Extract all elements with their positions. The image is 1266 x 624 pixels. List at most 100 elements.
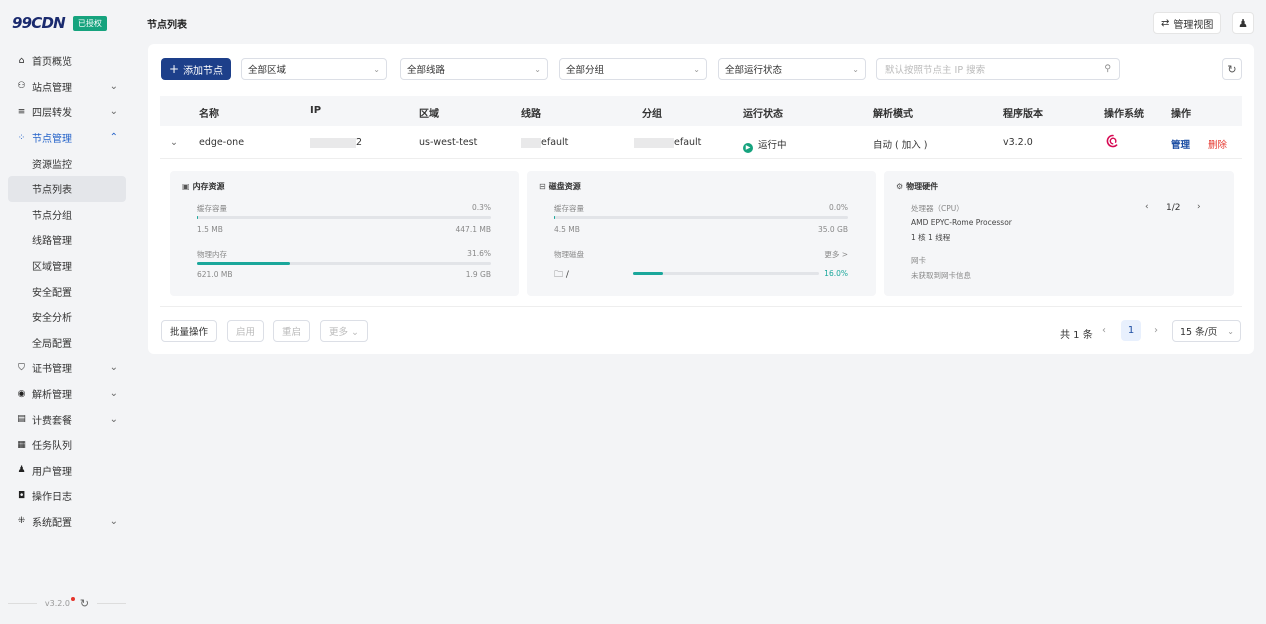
total-count: 共 1 条 (1060, 330, 1093, 341)
masked-value (521, 137, 541, 148)
region-select-value: 全部区域 (248, 65, 287, 76)
add-node-label: 添加节点 (183, 65, 224, 77)
refresh-button[interactable]: ↻ (1222, 58, 1242, 80)
hardware-pager: 1/2 (1166, 203, 1181, 213)
chevron-down-icon: ⌄ (373, 64, 380, 74)
chevron-down-icon: ⌄ (1227, 326, 1234, 336)
node-name: edge-one (199, 137, 245, 148)
more-actions-button[interactable]: 更多 ⌄ (320, 320, 368, 342)
sidebar-item-lines[interactable]: 线路管理 (0, 227, 134, 253)
sidebar-item-label: 安全配置 (32, 287, 72, 299)
node-status-label: 运行中 (758, 140, 787, 151)
add-node-button[interactable]: + 添加节点 (161, 58, 232, 80)
physical-memory-used: 621.0 MB (197, 270, 233, 279)
sidebar-item-l4[interactable]: ≡ 四层转发 ⌄ (0, 99, 134, 125)
disk-cache-percent: 0.0% (828, 203, 848, 212)
sidebar-item-resource-monitor[interactable]: 资源监控 (0, 150, 134, 176)
brand: 99CDN 已授权 (0, 0, 134, 46)
cpu-model: AMD EPYC-Rome Processor (911, 218, 1012, 227)
current-page[interactable]: 1 (1121, 320, 1141, 341)
sidebar-item-label: 系统配置 (32, 517, 72, 529)
cache-total: 447.1 MB (455, 225, 491, 234)
switch-view-button[interactable]: ⇄ 管理视图 (1153, 12, 1222, 34)
sidebar-item-node-list[interactable]: 节点列表 (8, 175, 126, 202)
chevron-down-icon: ⌄ (109, 515, 118, 527)
refresh-icon[interactable]: ↻ (80, 597, 89, 610)
sidebar-item-certificates[interactable]: ⛉ 证书管理 ⌄ (0, 355, 134, 381)
hardware-panel: ⚙ 物理硬件 处理器（CPU） AMD EPYC-Rome Processor 1… (884, 171, 1234, 296)
logo[interactable]: 99CDN (12, 14, 66, 32)
region-select[interactable]: 全部区域 ⌄ (241, 58, 387, 80)
chevron-up-icon: ⌃ (109, 132, 118, 144)
sidebar-item-users[interactable]: ♟ 用户管理 (0, 458, 134, 484)
sidebar-item-label: 节点列表 (32, 185, 72, 197)
prev-icon[interactable]: ‹ (1145, 202, 1149, 212)
column-header: 操作 (1171, 109, 1191, 120)
restart-button[interactable]: 重启 (273, 320, 311, 342)
node-dns-mode: 自动 ( 加入 ) (873, 140, 928, 151)
sidebar: 99CDN 已授权 ⌂ 首页概览 ⚇ 站点管理 ⌄ ≡ 四层转发 ⌄ ⁘ 节点管理 ⌃ 资源监… (0, 0, 134, 624)
node-status: ▶ 运行中 (743, 137, 787, 153)
memory-icon: ▣ (182, 182, 190, 191)
sidebar-nav: ⌂ 首页概览 ⚇ 站点管理 ⌄ ≡ 四层转发 ⌄ ⁘ 节点管理 ⌃ 资源监控 节点列表 节点分… (0, 46, 134, 534)
sidebar-item-label: 操作日志 (32, 492, 72, 504)
sidebar-item-system[interactable]: ⁜ 系统配置 ⌄ (0, 509, 134, 535)
chevron-down-icon: ⌄ (109, 362, 118, 374)
page-size-select[interactable]: 15 条/页 ⌄ (1172, 320, 1241, 342)
search-input[interactable]: 默认按照节点主 IP 搜索 ⚲ (876, 58, 1120, 80)
sidebar-item-tasks[interactable]: ▦ 任务队列 (0, 432, 134, 458)
chevron-down-icon: ⌄ (109, 413, 118, 425)
sidebar-item-label: 任务队列 (32, 441, 72, 453)
node-list-card: + 添加节点 全部区域 ⌄ 全部线路 ⌄ 全部分组 ⌄ 全部运行状态 ⌄ 默认按照节点主 … (148, 44, 1254, 354)
column-header: 名称 (199, 109, 219, 120)
table-row[interactable]: ⌄ edge-one 2 us-west-test efault efault … (160, 126, 1242, 159)
prev-page-icon[interactable]: ‹ (1102, 325, 1106, 336)
node-group: efault (634, 137, 701, 148)
hardware-title-text: 物理硬件 (906, 182, 939, 191)
cpu-cores: 1 核 1 线程 (911, 233, 951, 242)
masked-value (634, 137, 674, 148)
disk-icon: ⊟ (539, 182, 546, 191)
sidebar-item-label: 解析管理 (32, 390, 72, 402)
sidebar-item-label: 资源监控 (32, 159, 72, 171)
line-select[interactable]: 全部线路 ⌄ (400, 58, 548, 80)
sidebar-item-sites[interactable]: ⚇ 站点管理 ⌄ (0, 74, 134, 100)
disk-title-text: 磁盘资源 (548, 182, 581, 191)
folder-icon: 🗀 (554, 270, 564, 280)
table-header: 名称 IP 区域 线路 分组 运行状态 解析模式 程序版本 操作系统 操作 (160, 96, 1242, 126)
physical-memory-label: 物理内存 (197, 250, 227, 259)
node-version: v3.2.0 (1003, 137, 1033, 148)
sidebar-item-global-config[interactable]: 全局配置 (0, 330, 134, 356)
status-select[interactable]: 全部运行状态 ⌄ (718, 58, 866, 80)
manage-link[interactable]: 管理 (1171, 137, 1190, 151)
sidebar-item-security-config[interactable]: 安全配置 (0, 278, 134, 304)
sidebar-item-dashboard[interactable]: ⌂ 首页概览 (0, 48, 134, 74)
group-select[interactable]: 全部分组 ⌄ (559, 58, 707, 80)
sidebar-item-label: 区域管理 (32, 262, 72, 274)
user-menu-button[interactable]: ♟ (1232, 12, 1254, 34)
divider (97, 603, 127, 604)
expand-chevron-icon[interactable]: ⌄ (170, 137, 178, 148)
sidebar-item-regions[interactable]: 区域管理 (0, 253, 134, 279)
next-page-icon[interactable]: › (1154, 325, 1158, 336)
batch-actions-button[interactable]: 批量操作 (161, 320, 218, 342)
next-icon[interactable]: › (1197, 202, 1201, 212)
disk-more-link[interactable]: 更多 > (824, 249, 848, 260)
sitemap-icon: ⚇ (17, 81, 26, 92)
sidebar-item-nodes[interactable]: ⁘ 节点管理 ⌃ (0, 125, 134, 151)
sidebar-item-label: 全局配置 (32, 338, 72, 350)
plus-icon: + (169, 62, 180, 76)
column-header: 解析模式 (873, 109, 913, 120)
enable-button[interactable]: 启用 (227, 320, 265, 342)
sidebar-item-billing[interactable]: ▤ 计费套餐 ⌄ (0, 406, 134, 432)
delete-link[interactable]: 删除 (1208, 137, 1227, 151)
sidebar-item-dns[interactable]: ◉ 解析管理 ⌄ (0, 381, 134, 407)
node-line-suffix: efault (541, 137, 569, 148)
server-icon: ≡ (17, 106, 26, 117)
sidebar-item-node-groups[interactable]: 节点分组 (0, 202, 134, 228)
sidebar-item-logs[interactable]: ◘ 操作日志 (0, 483, 134, 509)
chevron-down-icon: ⌄ (534, 64, 541, 74)
sidebar-item-label: 线路管理 (32, 236, 72, 248)
sidebar-item-security-analysis[interactable]: 安全分析 (0, 304, 134, 330)
table-footer: 批量操作 启用 重启 更多 ⌄ 共 1 条 ‹ 1 › 15 条/页 ⌄ (160, 306, 1242, 354)
